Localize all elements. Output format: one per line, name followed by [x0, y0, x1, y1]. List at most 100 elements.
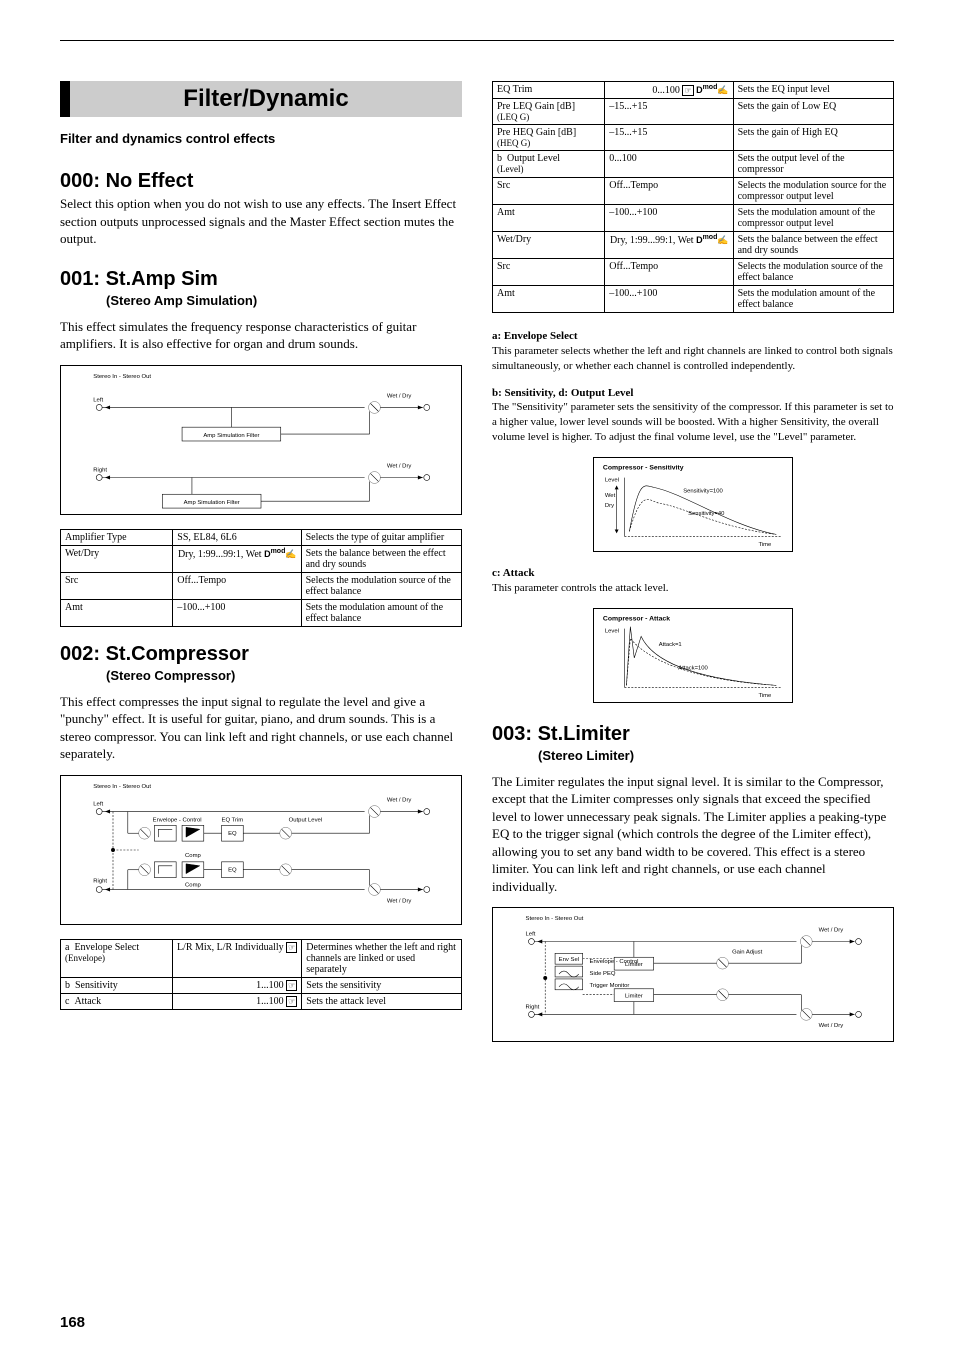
param-name: EQ Trim	[493, 82, 605, 99]
table-row: Pre LEQ Gain [dB](LEQ G)–15...+15Sets th…	[493, 99, 894, 125]
svg-text:Wet / Dry: Wet / Dry	[387, 463, 412, 469]
svg-text:EQ: EQ	[228, 831, 237, 837]
svg-text:Left: Left	[526, 932, 536, 938]
svg-text:Right: Right	[93, 467, 107, 473]
svg-text:Level: Level	[605, 477, 619, 483]
table-row: EQ Trim0...100 ☞ Dmod✍Sets the EQ input …	[493, 82, 894, 99]
param-name: Pre HEQ Gain [dB](HEQ G)	[493, 125, 605, 151]
table-row: Wet/DryDry, 1:99...99:1, Wet Dmod✍Sets t…	[493, 232, 894, 259]
svg-text:Wet / Dry: Wet / Dry	[387, 393, 412, 399]
attack-diagram: Compressor - Attack Level Attack=1 Attac…	[593, 608, 793, 703]
svg-text:Attack=100: Attack=100	[678, 665, 708, 671]
table-row: Amt–100...+100Sets the modulation amount…	[493, 286, 894, 313]
param-desc: Selects the modulation source for the co…	[733, 178, 893, 205]
param-name: Amplifier Type	[61, 529, 173, 545]
param-name: Wet/Dry	[493, 232, 605, 259]
fx-001-body: This effect simulates the frequency resp…	[60, 318, 462, 353]
svg-text:Time: Time	[759, 693, 772, 699]
svg-text:Limiter: Limiter	[625, 994, 643, 1000]
svg-text:Left: Left	[93, 802, 103, 808]
svg-text:Comp: Comp	[185, 853, 201, 859]
svg-text:Attack=1: Attack=1	[659, 642, 682, 648]
param-name: Wet/Dry	[61, 545, 173, 572]
table-row: b Sensitivity1...100 ☞Sets the sensitivi…	[61, 977, 462, 993]
dmod-icon: Dmod✍	[696, 85, 729, 95]
svg-text:Output Level: Output Level	[289, 817, 323, 823]
param-range: L/R Mix, L/R Individually ☞	[172, 939, 301, 977]
table-row: SrcOff...TempoSelects the modulation sou…	[61, 572, 462, 599]
svg-text:Wet / Dry: Wet / Dry	[819, 928, 844, 934]
lr-icon: ☞	[286, 942, 297, 953]
param-range: Off...Tempo	[173, 572, 301, 599]
fx-002-rows-a: a Envelope Select(Envelope)L/R Mix, L/R …	[61, 939, 462, 1009]
param-range: 1...100 ☞	[172, 977, 301, 993]
table-row: Wet/DryDry, 1:99...99:1, Wet Dmod✍Sets t…	[61, 545, 462, 572]
table-row: a Envelope Select(Envelope)L/R Mix, L/R …	[61, 939, 462, 977]
param-name: b Sensitivity	[61, 977, 173, 993]
section-banner: Filter/Dynamic	[60, 81, 462, 117]
param-name: Src	[493, 259, 605, 286]
table-row: Amplifier TypeSS, EL84, 6L6Selects the t…	[61, 529, 462, 545]
table-row: Pre HEQ Gain [dB](HEQ G)–15...+15Sets th…	[493, 125, 894, 151]
right-column: EQ Trim0...100 ☞ Dmod✍Sets the EQ input …	[492, 81, 894, 1056]
param-desc: Selects the type of guitar amplifier	[301, 529, 461, 545]
param-range: –100...+100	[605, 286, 733, 313]
svg-text:Stereo In - Stereo Out: Stereo In - Stereo Out	[93, 784, 151, 790]
param-desc: Sets the gain of High EQ	[733, 125, 893, 151]
param-desc: Sets the modulation amount of the effect…	[301, 599, 461, 626]
fx-003-subtitle: (Stereo Limiter)	[538, 748, 894, 763]
param-name: Amt	[61, 599, 173, 626]
param-name: Src	[493, 178, 605, 205]
param-name: Amt	[493, 205, 605, 232]
param-desc: Sets the modulation amount of the compre…	[733, 205, 893, 232]
fx-002-rows-b: EQ Trim0...100 ☞ Dmod✍Sets the EQ input …	[493, 82, 894, 313]
param-desc: Sets the sensitivity	[302, 977, 462, 993]
fx-002-title: 002: St.Compressor	[60, 643, 462, 666]
table-row: SrcOff...TempoSelects the modulation sou…	[493, 259, 894, 286]
param-range: –100...+100	[605, 205, 733, 232]
param-range: Off...Tempo	[605, 178, 733, 205]
param-range: –100...+100	[173, 599, 301, 626]
table-row: b Output Level(Level)0...100Sets the out…	[493, 151, 894, 178]
fx-002-note-a: a: Envelope Select This parameter select…	[492, 329, 894, 374]
svg-text:EQ: EQ	[228, 868, 237, 874]
fx-002-signal-diagram: Stereo In - Stereo Out Left Envelope - C…	[60, 775, 462, 925]
param-desc: Sets the gain of Low EQ	[733, 99, 893, 125]
dmod-icon: Dmod✍	[696, 235, 729, 245]
param-range: 0...100 ☞ Dmod✍	[605, 82, 733, 99]
svg-text:Right: Right	[93, 878, 107, 884]
svg-text:Side PEQ: Side PEQ	[590, 971, 616, 977]
dmod-icon: Dmod✍	[264, 549, 297, 559]
param-range: Off...Tempo	[605, 259, 733, 286]
svg-text:Dry: Dry	[605, 503, 614, 509]
fx-003-title: 003: St.Limiter	[492, 723, 894, 746]
param-desc: Sets the EQ input level	[733, 82, 893, 99]
param-desc: Selects the modulation source of the eff…	[301, 572, 461, 599]
param-range: Dry, 1:99...99:1, Wet Dmod✍	[605, 232, 733, 259]
fx-001-signal-diagram: Stereo In - Stereo Out Left Amp Simulati…	[60, 365, 462, 515]
svg-text:Wet / Dry: Wet / Dry	[387, 898, 412, 904]
param-desc: Sets the balance between the effect and …	[733, 232, 893, 259]
svg-text:Level: Level	[605, 628, 619, 634]
lr-icon: ☞	[682, 85, 693, 96]
param-range: 1...100 ☞	[172, 993, 301, 1009]
diagram-title: Stereo In - Stereo Out	[93, 374, 151, 380]
param-name: a Envelope Select(Envelope)	[61, 939, 173, 977]
fx-002-param-table-b: EQ Trim0...100 ☞ Dmod✍Sets the EQ input …	[492, 81, 894, 313]
param-desc: Sets the modulation amount of the effect…	[733, 286, 893, 313]
param-range: –15...+15	[605, 125, 733, 151]
sensitivity-diagram: Compressor - Sensitivity Level Sensitivi…	[593, 457, 793, 552]
param-range: 0...100	[605, 151, 733, 178]
table-row: c Attack1...100 ☞Sets the attack level	[61, 993, 462, 1009]
fx-002-note-c: c: Attack This parameter controls the at…	[492, 566, 894, 596]
svg-text:Wet: Wet	[605, 493, 616, 499]
fx-003-signal-diagram: Stereo In - Stereo Out Left Limiter Gain…	[492, 907, 894, 1042]
svg-text:EQ Trim: EQ Trim	[222, 817, 244, 823]
param-desc: Selects the modulation source of the eff…	[733, 259, 893, 286]
fx-001-param-table: Amplifier TypeSS, EL84, 6L6Selects the t…	[60, 529, 462, 627]
fx-002-subtitle: (Stereo Compressor)	[106, 668, 462, 683]
table-row: Amt–100...+100Sets the modulation amount…	[61, 599, 462, 626]
param-range: SS, EL84, 6L6	[173, 529, 301, 545]
svg-text:Wet / Dry: Wet / Dry	[387, 798, 412, 804]
svg-text:Wet / Dry: Wet / Dry	[819, 1024, 844, 1030]
